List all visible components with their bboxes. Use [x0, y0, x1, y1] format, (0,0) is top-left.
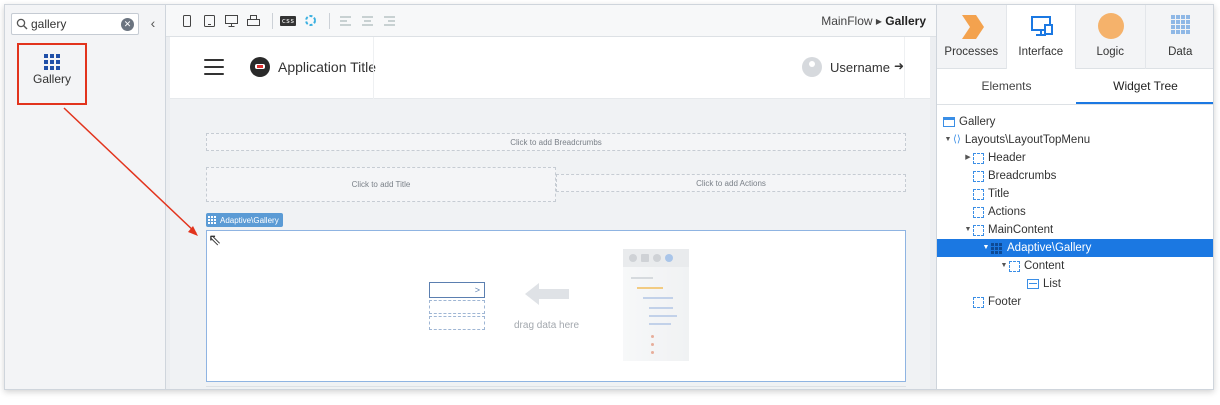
- tree-node-layout[interactable]: ▼ ⟨⟩ Layouts\LayoutTopMenu: [937, 131, 1213, 149]
- toolbox-search-input[interactable]: gallery ✕: [11, 13, 139, 35]
- screen-canvas[interactable]: Application Title Username ➜ Click to ad…: [170, 37, 930, 389]
- placeholder-icon: [1009, 260, 1020, 272]
- gallery-tool-label: Gallery: [32, 72, 71, 86]
- desktop-icon[interactable]: [222, 12, 240, 30]
- canvas-area: css MainFlow ▸ Gallery Application Title…: [166, 5, 936, 389]
- gallery-widget-tool[interactable]: Gallery: [17, 43, 87, 105]
- tablet-icon[interactable]: [200, 12, 218, 30]
- chevron-left-icon[interactable]: ‹: [145, 15, 161, 31]
- path-separator-icon: ▸: [875, 14, 882, 28]
- tree-node-breadcrumbs[interactable]: Breadcrumbs: [937, 167, 1213, 185]
- canvas-toolbar: css MainFlow ▸ Gallery: [166, 5, 936, 37]
- right-panel: Processes Interface Logic Data Elements …: [936, 5, 1214, 389]
- mouse-cursor-icon: ⇖: [208, 232, 222, 249]
- interface-icon: [1030, 16, 1053, 36]
- app-logo-icon: [250, 57, 270, 77]
- layout-icon: ⟨⟩: [953, 134, 961, 145]
- header-divider: [904, 37, 905, 99]
- gallery-item-card: >: [429, 282, 485, 298]
- tab-logic[interactable]: Logic: [1076, 5, 1146, 69]
- footer-placeholder[interactable]: [206, 386, 906, 389]
- phone-icon[interactable]: [178, 12, 196, 30]
- caret-right-icon[interactable]: ▶: [963, 149, 973, 167]
- user-avatar-icon: [802, 57, 822, 77]
- gallery-tag-label: Adaptive\Gallery: [220, 215, 279, 225]
- gallery-grid-icon: [991, 242, 1002, 254]
- drag-data-hint: drag data here: [514, 320, 580, 331]
- actions-placeholder[interactable]: Click to add Actions: [556, 174, 906, 192]
- placeholder-icon: [973, 170, 984, 182]
- placeholder-icon: [973, 296, 984, 308]
- tab-data[interactable]: Data: [1146, 5, 1214, 69]
- caret-down-icon[interactable]: ▼: [963, 221, 973, 239]
- gallery-grid-icon: [208, 215, 217, 225]
- app-title: Application Title: [278, 59, 377, 75]
- css-icon[interactable]: css: [279, 12, 297, 30]
- drag-arrow-icon: [525, 283, 569, 305]
- processes-icon: [962, 15, 984, 39]
- gallery-item-ghost: [429, 316, 485, 330]
- align-center-icon[interactable]: [358, 12, 376, 30]
- tree-node-title[interactable]: Title: [937, 185, 1213, 203]
- placeholder-icon: [973, 206, 984, 218]
- breadcrumbs-placeholder[interactable]: Click to add Breadcrumbs: [206, 133, 906, 151]
- layer-tabs: Processes Interface Logic Data: [937, 5, 1214, 69]
- caret-down-icon[interactable]: ▼: [981, 239, 991, 257]
- caret-down-icon[interactable]: ▼: [999, 257, 1009, 275]
- list-icon: [1027, 279, 1039, 289]
- tree-node-footer[interactable]: Footer: [937, 293, 1213, 311]
- tab-processes[interactable]: Processes: [937, 5, 1007, 69]
- tree-node-gallery-screen[interactable]: Gallery: [937, 113, 1213, 131]
- gallery-widget[interactable]: ⇖ > drag data here: [206, 230, 906, 382]
- search-value: gallery: [31, 17, 67, 31]
- placeholder-icon: [973, 152, 984, 164]
- theme-spinner-icon[interactable]: [301, 12, 319, 30]
- path-parent[interactable]: MainFlow: [821, 14, 872, 28]
- placeholder-icon: [973, 224, 984, 236]
- subtab-widget-tree[interactable]: Widget Tree: [1076, 69, 1213, 104]
- toolbox-panel: gallery ✕ ‹ Gallery: [5, 5, 166, 389]
- clear-icon[interactable]: ✕: [121, 17, 134, 31]
- align-left-icon[interactable]: [336, 12, 354, 30]
- flow-path-breadcrumb: MainFlow ▸ Gallery: [821, 14, 926, 28]
- header-divider: [373, 37, 374, 99]
- menu-icon[interactable]: [204, 59, 224, 75]
- tab-interface[interactable]: Interface: [1006, 5, 1076, 69]
- align-right-icon[interactable]: [380, 12, 398, 30]
- data-icon: [1170, 15, 1191, 34]
- gallery-item-ghost: [429, 300, 485, 314]
- tree-node-list[interactable]: List: [937, 275, 1213, 293]
- title-placeholder[interactable]: Click to add Title: [206, 167, 556, 202]
- page-body: Click to add Breadcrumbs Click to add Ti…: [170, 99, 930, 389]
- screen-icon: [943, 117, 955, 127]
- tree-node-adaptive-gallery[interactable]: ▼ Adaptive\Gallery: [937, 239, 1213, 257]
- placeholder-icon: [973, 188, 984, 200]
- tree-node-maincontent[interactable]: ▼ MainContent: [937, 221, 1213, 239]
- toolbar-divider: [329, 12, 330, 29]
- username-label: Username: [830, 60, 890, 75]
- widget-tree: Gallery ▼ ⟨⟩ Layouts\LayoutTopMenu ▶ Hea…: [937, 113, 1213, 311]
- subtabs: Elements Widget Tree: [937, 69, 1213, 105]
- subtab-elements[interactable]: Elements: [937, 69, 1076, 104]
- tree-node-header[interactable]: ▶ Header: [937, 149, 1213, 167]
- service-studio-window: gallery ✕ ‹ Gallery css MainFlow ▸ Galle…: [4, 4, 1214, 390]
- caret-down-icon[interactable]: ▼: [943, 131, 953, 149]
- logout-icon[interactable]: ➜: [894, 59, 904, 73]
- tree-node-actions[interactable]: Actions: [937, 203, 1213, 221]
- gallery-grid-icon: [44, 54, 60, 70]
- path-current: Gallery: [885, 14, 926, 28]
- print-icon[interactable]: [244, 12, 262, 30]
- data-preview-illustration: [623, 249, 689, 361]
- search-icon: [16, 18, 28, 30]
- tree-node-content[interactable]: ▼ Content: [937, 257, 1213, 275]
- gallery-widget-tag[interactable]: Adaptive\Gallery: [206, 213, 283, 227]
- app-header: Application Title Username ➜: [170, 37, 930, 99]
- logic-icon: [1098, 13, 1124, 39]
- toolbar-divider: [272, 12, 273, 29]
